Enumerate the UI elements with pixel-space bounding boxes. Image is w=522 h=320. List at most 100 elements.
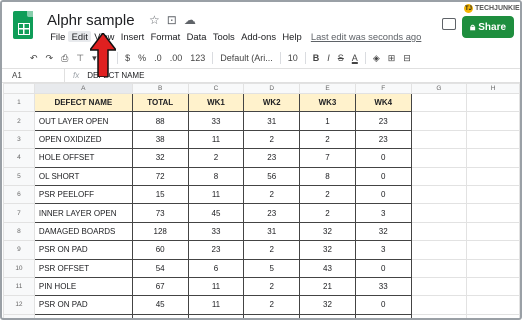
row-number[interactable]: 1 (3, 92, 35, 113)
menu-data[interactable]: Data (183, 31, 209, 42)
data-cell[interactable]: 2 (243, 240, 301, 260)
strikethrough-button[interactable]: S (334, 53, 348, 63)
column-title-cell[interactable]: WK4 (354, 92, 412, 113)
data-cell[interactable]: 2 (187, 148, 245, 168)
menu-format[interactable]: Format (147, 31, 183, 42)
share-button[interactable]: 🔒︎ Share (462, 16, 514, 38)
empty-cell[interactable] (466, 221, 520, 242)
column-header-g[interactable]: G (410, 83, 468, 94)
data-cell[interactable]: DAMAGED BOARDS (33, 221, 133, 242)
data-cell[interactable]: 7 (299, 148, 356, 168)
empty-cell[interactable] (410, 203, 468, 223)
data-cell[interactable]: 2 (243, 129, 301, 150)
data-cell[interactable]: PSR ON PAD (33, 295, 133, 315)
italic-button[interactable]: I (323, 53, 334, 63)
empty-cell[interactable] (410, 111, 468, 131)
column-header-f[interactable]: F (354, 83, 412, 94)
data-cell[interactable]: 33 (187, 221, 245, 242)
data-cell[interactable]: 4 (243, 313, 301, 318)
data-cell[interactable]: 0 (354, 166, 412, 186)
data-cell[interactable]: 128 (131, 221, 189, 242)
undo-icon[interactable]: ↶ (26, 53, 42, 64)
data-cell[interactable]: 23 (243, 148, 301, 168)
data-cell[interactable]: OL SHORT (33, 166, 133, 186)
empty-cell[interactable] (410, 166, 468, 186)
column-header-d[interactable]: D (243, 83, 301, 94)
data-cell[interactable]: 0 (354, 184, 412, 205)
data-cell[interactable]: 2 (299, 184, 356, 205)
font-size-select[interactable]: 10 (284, 53, 302, 63)
star-icon[interactable]: ☆ (149, 13, 160, 27)
row-number[interactable]: 11 (3, 276, 35, 297)
data-cell[interactable]: 45 (354, 313, 412, 318)
last-edit-link[interactable]: Last edit was seconds ago (311, 31, 422, 42)
data-cell[interactable]: 11 (187, 295, 245, 315)
data-cell[interactable]: 2 (299, 203, 356, 223)
text-color-button[interactable]: A (348, 53, 362, 63)
empty-cell[interactable] (410, 92, 468, 113)
row-number[interactable]: 3 (3, 129, 35, 150)
currency-format-button[interactable]: $ (121, 53, 134, 63)
increase-decimal-button[interactable]: .00 (166, 53, 187, 63)
comment-icon[interactable] (442, 18, 456, 30)
column-header-a[interactable]: A (33, 83, 133, 94)
font-family-select[interactable]: Default (Ari... (216, 53, 277, 63)
data-cell[interactable]: PIN HOLE (33, 276, 133, 297)
data-cell[interactable]: 32 (299, 240, 356, 260)
empty-cell[interactable] (466, 313, 520, 318)
data-cell[interactable]: 32 (299, 221, 356, 242)
select-all-corner[interactable] (3, 83, 35, 94)
row-number[interactable]: 5 (3, 166, 35, 186)
menu-tools[interactable]: Tools (210, 31, 238, 42)
data-cell[interactable]: 45 (131, 295, 189, 315)
column-header-b[interactable]: B (131, 83, 189, 94)
row-number[interactable]: 4 (3, 148, 35, 168)
data-cell[interactable]: 8 (299, 166, 356, 186)
row-number[interactable]: 8 (3, 221, 35, 242)
data-cell[interactable]: 31 (243, 111, 301, 131)
data-cell[interactable]: RELIABILITY TEST (33, 313, 133, 318)
data-cell[interactable]: 8 (187, 166, 245, 186)
data-cell[interactable]: 2 (243, 276, 301, 297)
empty-cell[interactable] (410, 276, 468, 297)
data-cell[interactable]: 43 (299, 258, 356, 278)
data-cell[interactable]: INNER LAYER OPEN (33, 203, 133, 223)
row-number[interactable]: 10 (3, 258, 35, 278)
decrease-decimal-button[interactable]: .0 (150, 53, 166, 63)
data-cell[interactable]: 5 (243, 258, 301, 278)
data-cell[interactable]: 23 (243, 203, 301, 223)
cloud-status-icon[interactable]: ☁ (184, 13, 196, 27)
data-cell[interactable]: 11 (187, 276, 245, 297)
data-cell[interactable]: OPEN OXIDIZED (33, 129, 133, 150)
row-number[interactable]: 7 (3, 203, 35, 223)
column-title-cell[interactable]: WK3 (299, 92, 356, 113)
data-cell[interactable]: 32 (131, 148, 189, 168)
empty-cell[interactable] (466, 276, 520, 297)
data-cell[interactable]: OUT LAYER OPEN (33, 111, 133, 131)
empty-cell[interactable] (410, 313, 468, 318)
paint-format-icon[interactable]: ⊤ (72, 53, 88, 64)
empty-cell[interactable] (466, 184, 520, 205)
data-cell[interactable]: 6 (187, 258, 245, 278)
row-number[interactable]: 9 (3, 240, 35, 260)
more-formats-button[interactable]: 123 (186, 53, 209, 63)
column-title-cell[interactable]: TOTAL (131, 92, 189, 113)
row-number[interactable]: 2 (3, 111, 35, 131)
data-cell[interactable]: PSR ON PAD (33, 240, 133, 260)
empty-cell[interactable] (410, 184, 468, 205)
sheets-logo-icon[interactable] (13, 11, 33, 39)
empty-cell[interactable] (466, 148, 520, 168)
empty-cell[interactable] (466, 258, 520, 278)
document-title[interactable]: Alphr sample (47, 12, 135, 29)
data-cell[interactable]: 45 (187, 203, 245, 223)
empty-cell[interactable] (466, 203, 520, 223)
column-title-cell[interactable]: DEFECT NAME (33, 92, 133, 113)
column-header-c[interactable]: C (187, 83, 245, 94)
menu-addons[interactable]: Add-ons (238, 31, 279, 42)
data-cell[interactable]: 3 (354, 203, 412, 223)
empty-cell[interactable] (466, 240, 520, 260)
data-cell[interactable]: 73 (131, 203, 189, 223)
data-cell[interactable]: 22 (299, 313, 356, 318)
data-cell[interactable]: 23 (187, 240, 245, 260)
move-folder-icon[interactable]: ⊡ (167, 13, 177, 27)
